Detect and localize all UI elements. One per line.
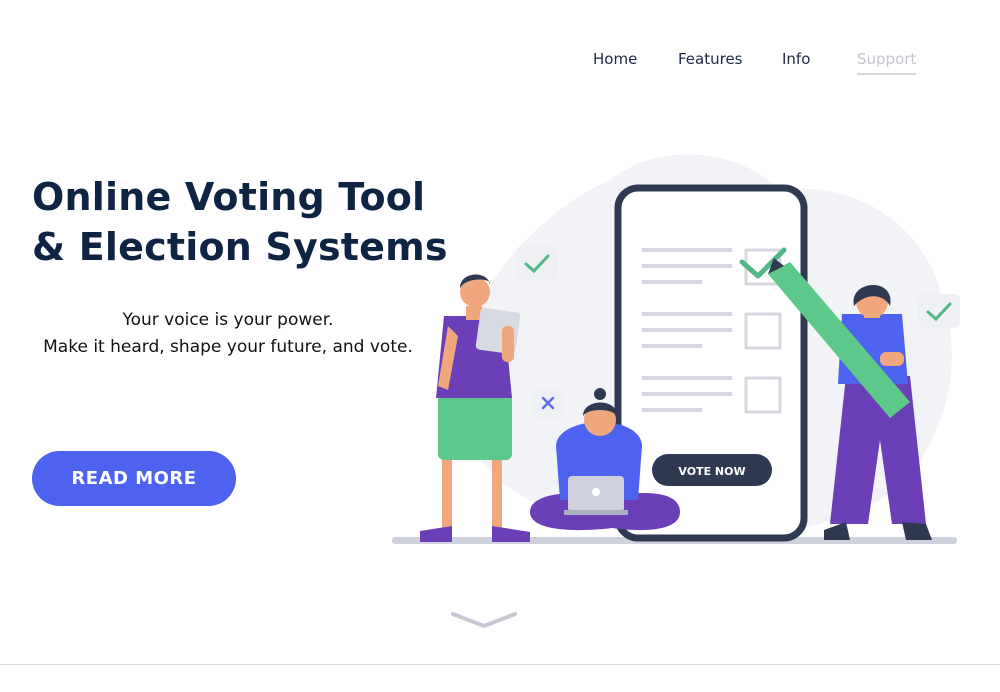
vote-now-label: VOTE NOW (678, 465, 745, 478)
title-line-1: Online Voting Tool (32, 175, 426, 219)
nav-features[interactable]: Features (678, 50, 743, 73)
nav-home[interactable]: Home (593, 50, 637, 73)
subtitle-line-2: Make it heard, shape your future, and vo… (43, 337, 413, 357)
check-bubble-right (918, 294, 960, 328)
check-bubble-left (516, 246, 558, 280)
nav-info[interactable]: Info (782, 50, 810, 73)
phone-ballot: VOTE NOW (614, 184, 808, 542)
chevron-down-icon[interactable] (449, 608, 519, 632)
voting-illustration: VOTE NOW (392, 154, 960, 544)
close-bubble (532, 388, 564, 418)
hero-subtitle: Your voice is your power. Make it heard,… (28, 307, 428, 361)
subtitle-line-1: Your voice is your power. (122, 310, 334, 330)
top-nav: Home Features Info Support (0, 50, 1000, 80)
bottom-divider (0, 664, 1000, 665)
read-more-button[interactable]: READ MORE (32, 451, 236, 506)
nav-support[interactable]: Support (857, 50, 917, 75)
